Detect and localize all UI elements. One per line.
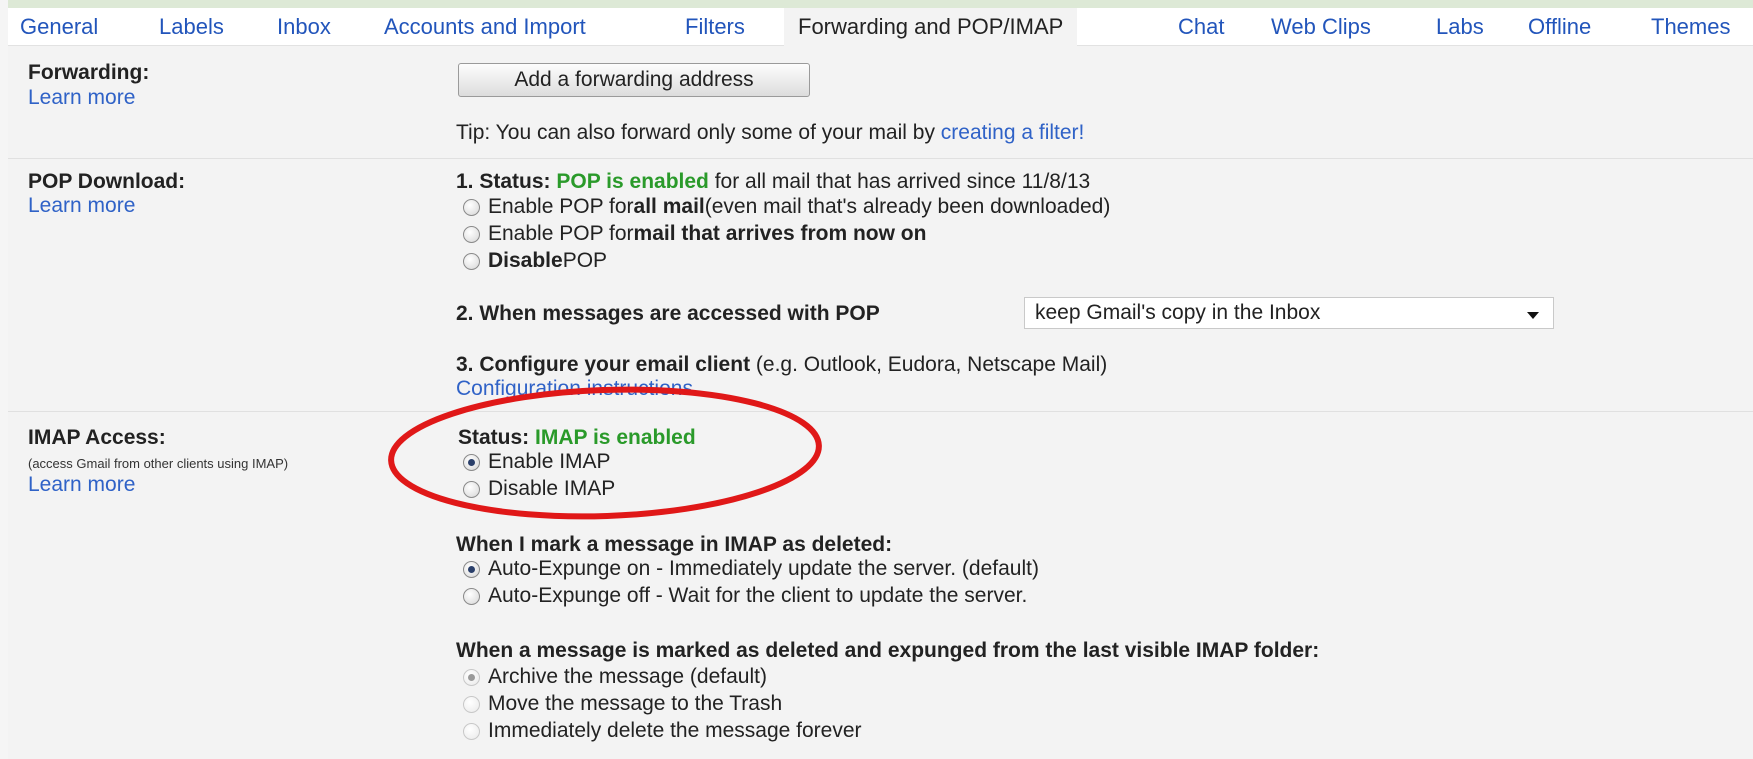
pop-opt1-note: (even mail that's already been downloade…	[704, 195, 1111, 218]
configure-client-bold: 3. Configure your email client	[456, 353, 751, 376]
expunge-off-text: Auto-Expunge off - Wait for the client t…	[488, 584, 1028, 607]
add-forwarding-address-button[interactable]: Add a forwarding address	[458, 63, 810, 97]
tab-forwarding-pop-imap[interactable]: Forwarding and POP/IMAP	[784, 8, 1078, 46]
pop-option-from-now-on[interactable]: Enable POP for mail that arrives from no…	[463, 222, 926, 246]
radio-pop-all-mail[interactable]	[463, 198, 480, 216]
pop-access-label: 2. When messages are accessed with POP	[456, 302, 880, 325]
pop-opt1-bold: all mail	[633, 195, 705, 218]
delete-forever-text: Immediately delete the message forever	[488, 719, 862, 742]
radio-delete-forever[interactable]	[463, 722, 480, 740]
imap-disable-text: Disable IMAP	[488, 477, 616, 500]
imap-access-label: IMAP Access:	[28, 426, 166, 449]
settings-tabs: General Labels Inbox Accounts and Import…	[8, 8, 1753, 46]
radio-pop-from-now-on[interactable]	[463, 225, 480, 243]
settings-panel: General Labels Inbox Accounts and Import…	[8, 0, 1753, 759]
imap-option-enable[interactable]: Enable IMAP	[463, 450, 611, 474]
tab-general[interactable]: General	[20, 14, 98, 40]
pop-learn-more-link[interactable]: Learn more	[28, 194, 135, 218]
delete-forever-option[interactable]: Immediately delete the message forever	[463, 719, 862, 743]
pop-opt3-bold: Disable	[488, 249, 563, 272]
imap-expunged-heading: When a message is marked as deleted and …	[456, 639, 1320, 662]
archive-option[interactable]: Archive the message (default)	[463, 665, 767, 689]
trash-option[interactable]: Move the message to the Trash	[463, 692, 782, 716]
imap-status-prefix: Status:	[458, 426, 536, 449]
radio-imap-disable[interactable]	[463, 480, 480, 498]
archive-text: Archive the message (default)	[488, 665, 767, 688]
imap-status: Status: IMAP is enabled	[458, 426, 696, 450]
configuration-instructions-link[interactable]: Configuration instructions	[456, 377, 693, 401]
pop-opt2-text: Enable POP for	[488, 222, 634, 245]
radio-expunge-off[interactable]	[463, 587, 480, 605]
pop-status: 1. Status: POP is enabled for all mail t…	[456, 170, 1090, 194]
pop-option-all-mail[interactable]: Enable POP for all mail (even mail that'…	[463, 195, 1110, 219]
trash-text: Move the message to the Trash	[488, 692, 783, 715]
radio-pop-disable[interactable]	[463, 252, 480, 270]
pop-access-select[interactable]: keep Gmail's copy in the Inbox	[1024, 297, 1554, 329]
pop-opt3-text: POP	[562, 249, 608, 272]
imap-option-disable[interactable]: Disable IMAP	[463, 477, 615, 501]
imap-learn-more-link[interactable]: Learn more	[28, 473, 135, 497]
section-divider	[8, 411, 1753, 412]
pop-opt1-text: Enable POP for	[488, 195, 634, 218]
radio-archive[interactable]	[463, 668, 480, 686]
forwarding-learn-more-link[interactable]: Learn more	[28, 86, 135, 110]
radio-trash[interactable]	[463, 695, 480, 713]
tab-themes[interactable]: Themes	[1651, 14, 1730, 40]
expunge-on-text: Auto-Expunge on - Immediately update the…	[488, 557, 1039, 580]
configure-client-note: (e.g. Outlook, Eudora, Netscape Mail)	[750, 353, 1108, 376]
pop-status-prefix: 1. Status:	[456, 170, 557, 193]
imap-status-value: IMAP is enabled	[535, 426, 696, 449]
radio-imap-enable[interactable]	[463, 453, 480, 471]
expunge-off-option[interactable]: Auto-Expunge off - Wait for the client t…	[463, 584, 1027, 608]
tab-offline[interactable]: Offline	[1528, 14, 1591, 40]
pop-status-suffix: for all mail that has arrived since 11/8…	[708, 170, 1091, 193]
section-divider	[8, 158, 1753, 159]
pop-option-disable[interactable]: Disable POP	[463, 249, 607, 273]
tab-chat[interactable]: Chat	[1178, 14, 1224, 40]
pop-download-label: POP Download:	[28, 170, 186, 193]
imap-enable-text: Enable IMAP	[488, 450, 611, 473]
chevron-down-icon	[1527, 312, 1539, 319]
pop-access-selected-value: keep Gmail's copy in the Inbox	[1035, 301, 1321, 324]
configure-client: 3. Configure your email client (e.g. Out…	[456, 353, 1107, 377]
creating-filter-link[interactable]: creating a filter!	[941, 121, 1085, 144]
tab-labels[interactable]: Labels	[159, 14, 224, 40]
expunge-on-option[interactable]: Auto-Expunge on - Immediately update the…	[463, 557, 1039, 581]
tab-labs[interactable]: Labs	[1436, 14, 1484, 40]
forwarding-label: Forwarding:	[28, 61, 150, 84]
top-accent-line	[8, 0, 1753, 8]
forwarding-tip: Tip: You can also forward only some of y…	[456, 121, 1084, 145]
radio-expunge-on[interactable]	[463, 560, 480, 578]
tab-inbox[interactable]: Inbox	[277, 14, 331, 40]
tab-filters[interactable]: Filters	[685, 14, 745, 40]
pop-opt2-bold: mail that arrives from now on	[633, 222, 927, 245]
tab-accounts-and-import[interactable]: Accounts and Import	[384, 14, 586, 40]
pop-status-value: POP is enabled	[556, 170, 709, 193]
imap-access-sublabel: (access Gmail from other clients using I…	[28, 456, 289, 471]
tab-web-clips[interactable]: Web Clips	[1271, 14, 1371, 40]
forwarding-tip-text: Tip: You can also forward only some of y…	[456, 121, 941, 144]
imap-deleted-heading: When I mark a message in IMAP as deleted…	[456, 533, 893, 556]
